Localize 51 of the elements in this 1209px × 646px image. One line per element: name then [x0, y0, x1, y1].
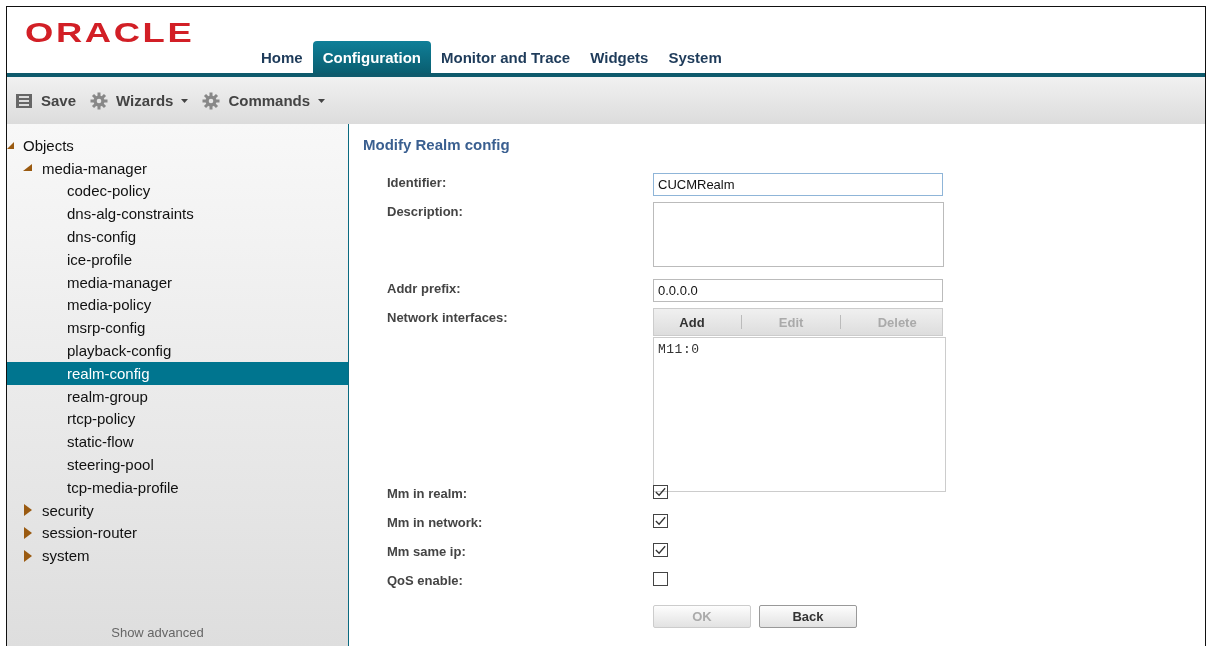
checkbox[interactable] — [653, 514, 668, 528]
tree-item[interactable]: system — [7, 544, 348, 568]
save-button[interactable]: Save — [13, 88, 85, 113]
tree-item[interactable]: static-flow — [7, 430, 348, 454]
nav-tab[interactable]: Widgets — [580, 41, 659, 73]
tree-item[interactable]: security — [7, 498, 348, 522]
form-title: Modify Realm config — [363, 136, 511, 153]
description-field[interactable] — [653, 202, 944, 267]
checkbox[interactable] — [653, 543, 668, 557]
tree-item[interactable]: steering-pool — [7, 453, 348, 476]
interface-list[interactable]: M11:0 — [653, 337, 946, 492]
field-label: Identifier: — [387, 174, 448, 192]
tree-item[interactable]: dns-config — [7, 225, 348, 248]
field-label: Addr prefix: — [387, 280, 462, 298]
checkbox[interactable] — [653, 485, 668, 499]
text-field[interactable]: 0.0.0.0 — [653, 279, 943, 302]
nav-tab[interactable]: Home — [251, 41, 313, 73]
caret-icon — [318, 98, 326, 103]
list-item[interactable]: M11:0 — [658, 342, 941, 357]
menu-button[interactable]: Wizards — [88, 87, 197, 114]
tree-item[interactable]: tcp-media-profile — [7, 475, 348, 499]
text-field[interactable]: CUCMRealm — [653, 173, 943, 196]
nav-tab[interactable]: System — [658, 41, 732, 73]
checkbox[interactable] — [653, 572, 668, 586]
form-button[interactable]: Back — [759, 605, 857, 628]
tree-item[interactable]: media-manager — [7, 156, 348, 180]
list-action-button[interactable]: Add — [665, 312, 719, 332]
field-label: Mm same ip: — [387, 543, 467, 561]
field-label: Description: — [387, 203, 464, 221]
show-advanced-link[interactable]: Show advanced — [111, 625, 204, 644]
field-label: Mm in network: — [387, 514, 484, 532]
field-label: Mm in realm: — [387, 485, 469, 503]
tree-item[interactable]: realm-group — [7, 384, 348, 408]
field-label: QoS enable: — [387, 572, 464, 590]
menu-button[interactable]: Commands — [200, 87, 334, 114]
tree-item[interactable]: realm-config — [7, 361, 348, 385]
tree-item[interactable]: media-manager — [7, 270, 348, 294]
tree-item[interactable]: dns-alg-constraints — [7, 202, 348, 226]
tree-item[interactable]: playback-config — [7, 339, 348, 362]
nav-tab[interactable]: Monitor and Trace — [431, 41, 581, 73]
tree-item[interactable]: media-policy — [7, 293, 348, 317]
field-label: Network interfaces: — [387, 309, 509, 327]
tree-item[interactable]: msrp-config — [7, 316, 348, 340]
tree-item[interactable]: codec-policy — [7, 179, 348, 203]
caret-icon — [181, 98, 189, 103]
tree-item[interactable]: rtcp-policy — [7, 407, 348, 431]
tree-item[interactable]: Objects — [7, 134, 348, 157]
oracle-logo: ORACLE — [25, 19, 195, 47]
tree-item[interactable]: session-router — [7, 521, 348, 545]
nav-tab[interactable]: Configuration — [312, 41, 431, 73]
tree-item[interactable]: ice-profile — [7, 248, 348, 271]
